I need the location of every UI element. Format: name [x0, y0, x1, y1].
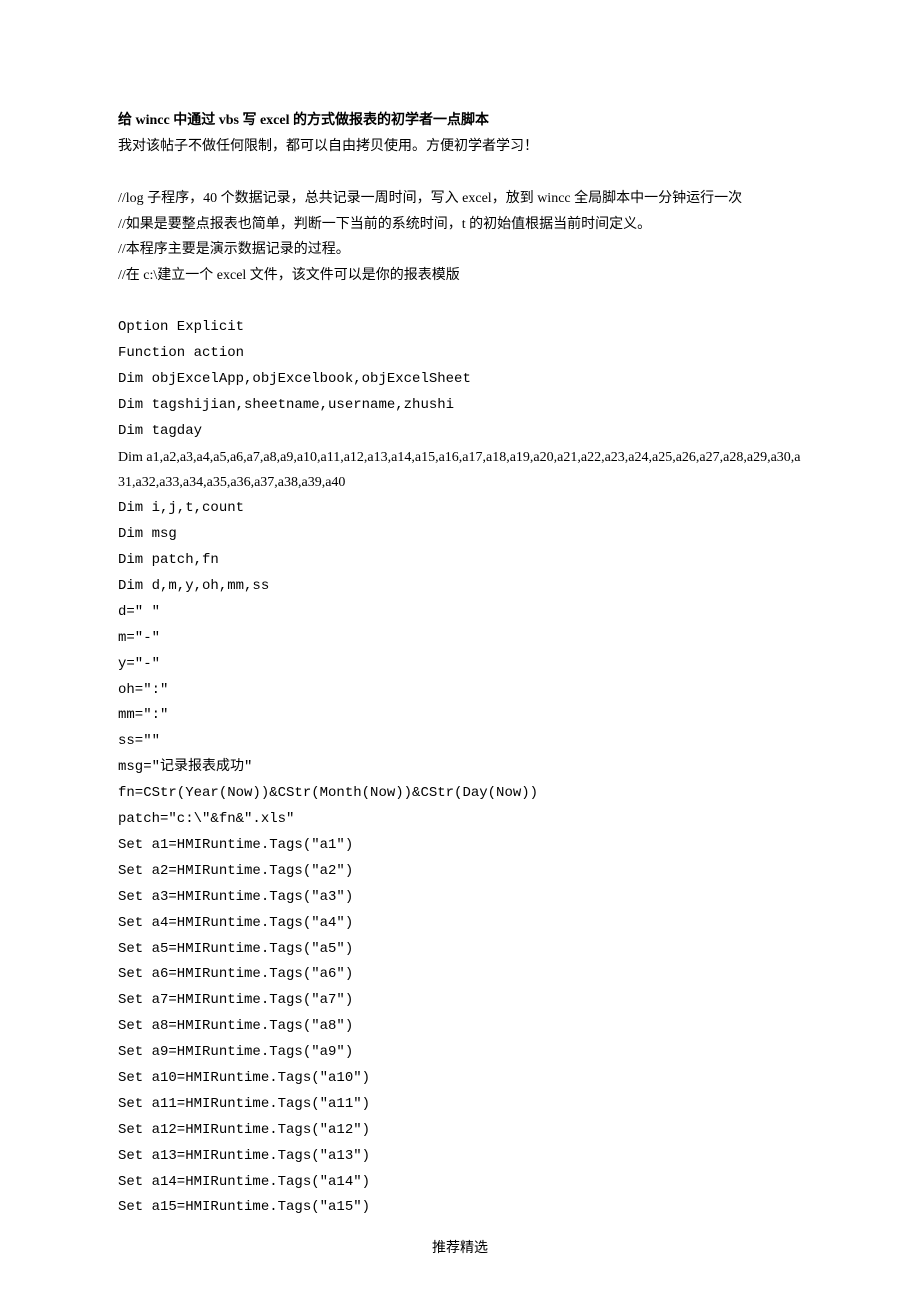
comment-line: //如果是要整点报表也简单，判断一下当前的系统时间，t 的初始值根据当前时间定义… [118, 212, 802, 238]
code-line: Set a7=HMIRuntime.Tags("a7") [118, 988, 802, 1014]
code-line: Option Explicit [118, 315, 802, 341]
code-line: Dim tagday [118, 419, 802, 445]
intro-text: 我对该帖子不做任何限制，都可以自由拷贝使用。方便初学者学习！ [118, 134, 802, 160]
comment-line: //在 c:\建立一个 excel 文件，该文件可以是你的报表模版 [118, 263, 802, 289]
code-line: Dim objExcelApp,objExcelbook,objExcelShe… [118, 367, 802, 393]
page-footer: 推荐精选 [0, 1236, 920, 1262]
code-line: Set a13=HMIRuntime.Tags("a13") [118, 1144, 802, 1170]
title-text-2: 中通过 [170, 113, 219, 128]
code-line: patch="c:\"&fn&".xls" [118, 807, 802, 833]
code-line: Set a3=HMIRuntime.Tags("a3") [118, 885, 802, 911]
code-line: Set a12=HMIRuntime.Tags("a12") [118, 1118, 802, 1144]
document-title: 给 wincc 中通过 vbs 写 excel 的方式做报表的初学者一点脚本 [118, 108, 802, 134]
code-line: msg="记录报表成功" [118, 755, 802, 781]
title-text-1: 给 [118, 113, 136, 128]
title-en-wincc: wincc [136, 113, 170, 128]
code-line: Set a9=HMIRuntime.Tags("a9") [118, 1040, 802, 1066]
title-en-excel: excel [260, 113, 290, 128]
code-line: fn=CStr(Year(Now))&CStr(Month(Now))&CStr… [118, 781, 802, 807]
code-line: Set a14=HMIRuntime.Tags("a14") [118, 1170, 802, 1196]
code-line: Set a8=HMIRuntime.Tags("a8") [118, 1014, 802, 1040]
code-line: Dim tagshijian,sheetname,username,zhushi [118, 393, 802, 419]
code-line: Function action [118, 341, 802, 367]
code-line: Set a6=HMIRuntime.Tags("a6") [118, 962, 802, 988]
code-line: Set a2=HMIRuntime.Tags("a2") [118, 859, 802, 885]
code-line: Set a1=HMIRuntime.Tags("a1") [118, 833, 802, 859]
comment-line: //本程序主要是演示数据记录的过程。 [118, 237, 802, 263]
code-line: m="-" [118, 626, 802, 652]
code-line: mm=":" [118, 703, 802, 729]
code-line: Dim d,m,y,oh,mm,ss [118, 574, 802, 600]
title-text-3: 写 [239, 113, 260, 128]
code-line: Dim a1,a2,a3,a4,a5,a6,a7,a8,a9,a10,a11,a… [118, 445, 802, 497]
code-line: Dim patch,fn [118, 548, 802, 574]
comment-line: //log 子程序，40 个数据记录，总共记录一周时间，写入 excel，放到 … [118, 186, 802, 212]
code-line: Set a5=HMIRuntime.Tags("a5") [118, 937, 802, 963]
code-line: oh=":" [118, 678, 802, 704]
code-line: Dim i,j,t,count [118, 496, 802, 522]
title-text-4: 的方式做报表的初学者一点脚本 [289, 113, 489, 128]
title-en-vbs: vbs [219, 113, 239, 128]
code-line: Set a11=HMIRuntime.Tags("a11") [118, 1092, 802, 1118]
code-line: Set a15=HMIRuntime.Tags("a15") [118, 1195, 802, 1221]
code-line: Set a10=HMIRuntime.Tags("a10") [118, 1066, 802, 1092]
code-line: d=" " [118, 600, 802, 626]
code-line: ss="" [118, 729, 802, 755]
code-line: Set a4=HMIRuntime.Tags("a4") [118, 911, 802, 937]
code-line: Dim msg [118, 522, 802, 548]
blank-line [118, 289, 802, 315]
blank-line [118, 160, 802, 186]
code-line: y="-" [118, 652, 802, 678]
document-page: 给 wincc 中通过 vbs 写 excel 的方式做报表的初学者一点脚本 我… [0, 0, 920, 1302]
